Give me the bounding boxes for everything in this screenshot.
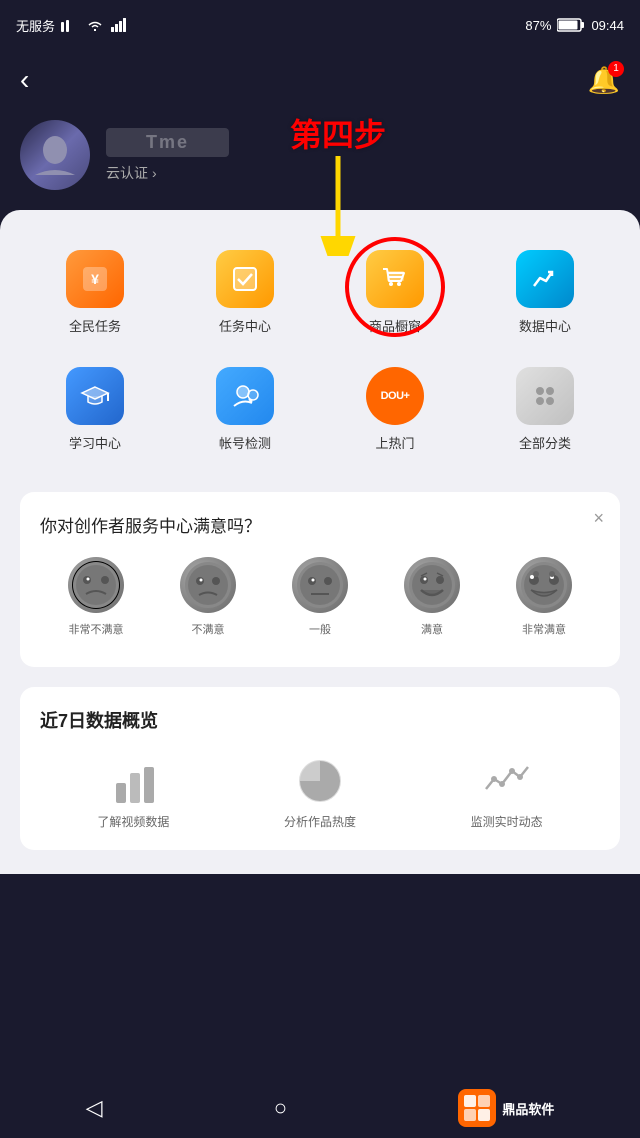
quanmin-icon: ¥ <box>66 250 124 308</box>
emoji-bad[interactable]: 不满意 <box>180 557 236 637</box>
emoji-good-face <box>404 557 460 613</box>
main-content: ¥ 全民任务 任务中心 <box>0 210 640 874</box>
bottom-nav: ◁ ○ 鼎品软件 <box>0 1078 640 1138</box>
grid-item-zhang[interactable]: 帐号检测 <box>170 351 320 468</box>
data-section: 近7日数据概览 了解视频数据 <box>20 687 620 850</box>
survey-card: × 你对创作者服务中心满意吗？ 非常不满意 <box>20 492 620 667</box>
works-data-label: 分析作品热度 <box>284 813 356 830</box>
emoji-very-bad-label: 非常不满意 <box>69 621 124 637</box>
survey-title: 你对创作者服务中心满意吗？ <box>40 512 600 537</box>
grid-item-shuju[interactable]: 数据中心 <box>470 234 620 351</box>
grid-item-douy[interactable]: DOU+ 上热门 <box>320 351 470 468</box>
data-row: 了解视频数据 分析作品热度 <box>40 753 600 830</box>
grid-item-renwu[interactable]: 任务中心 <box>170 234 320 351</box>
battery-icon <box>557 18 585 32</box>
avatar-inner <box>20 120 90 190</box>
bell-badge: 1 <box>608 61 624 77</box>
emoji-bad-face <box>180 557 236 613</box>
shuju-icon <box>516 250 574 308</box>
data-section-title: 近7日数据概览 <box>40 707 600 733</box>
wifi-icon <box>85 18 105 32</box>
shangpin-icon <box>366 250 424 308</box>
brand-name: 鼎品软件 <box>502 1099 554 1118</box>
profile-name: Tme <box>106 128 229 157</box>
status-bar: 无服务 87% 09:44 <box>0 0 640 50</box>
emoji-good[interactable]: 满意 <box>404 557 460 637</box>
icon-grid: ¥ 全民任务 任务中心 <box>20 234 620 468</box>
quanmin-label: 全民任务 <box>69 316 121 335</box>
emoji-neutral-face <box>292 557 348 613</box>
zhang-label: 帐号检测 <box>219 433 271 452</box>
verify-label: 云认证 <box>106 163 148 183</box>
bell-button[interactable]: 🔔 1 <box>588 65 620 96</box>
emoji-very-good-face <box>516 557 572 613</box>
verify-link[interactable]: 云认证 › <box>106 163 229 183</box>
status-left: 无服务 <box>16 16 127 35</box>
emoji-very-good-label: 非常满意 <box>522 621 566 637</box>
video-data-icon <box>103 753 163 803</box>
signal-icon <box>111 18 127 32</box>
avatar <box>20 120 90 190</box>
profile-section: Tme 云认证 › <box>0 110 640 210</box>
video-data-label: 了解视频数据 <box>97 813 169 830</box>
shuju-label: 数据中心 <box>519 316 571 335</box>
carrier-label: 无服务 <box>16 16 55 35</box>
grid-item-fenl[interactable]: 全部分类 <box>470 351 620 468</box>
realtime-data-icon <box>477 753 537 803</box>
emoji-bad-label: 不满意 <box>192 621 225 637</box>
zhang-icon <box>216 367 274 425</box>
nav-bar: ‹ 🔔 1 <box>0 50 640 110</box>
xuexi-label: 学习中心 <box>69 433 121 452</box>
grid-item-xuexi[interactable]: 学习中心 <box>20 351 170 468</box>
data-item-realtime[interactable]: 监测实时动态 <box>471 753 543 830</box>
emoji-very-bad-face <box>68 557 124 613</box>
logo-box <box>458 1089 496 1127</box>
status-right: 87% 09:44 <box>525 18 624 33</box>
fenl-label: 全部分类 <box>519 433 571 452</box>
renwu-label: 任务中心 <box>219 316 271 335</box>
works-data-icon <box>290 753 350 803</box>
clock: 09:44 <box>591 18 624 33</box>
emoji-neutral[interactable]: 一般 <box>292 557 348 637</box>
svg-text:¥: ¥ <box>91 271 99 287</box>
nav-back-button[interactable]: ◁ <box>86 1095 103 1121</box>
back-button[interactable]: ‹ <box>20 64 29 96</box>
xuexi-icon <box>66 367 124 425</box>
douy-icon: DOU+ <box>366 367 424 425</box>
realtime-data-label: 监测实时动态 <box>471 813 543 830</box>
grid-item-shangpin[interactable]: 商品橱窗 <box>320 234 470 351</box>
sim-icon <box>61 18 79 32</box>
emoji-good-label: 满意 <box>421 621 443 637</box>
renwu-icon <box>216 250 274 308</box>
douy-label: 上热门 <box>375 433 414 452</box>
emoji-very-good[interactable]: 非常满意 <box>516 557 572 637</box>
data-item-works[interactable]: 分析作品热度 <box>284 753 356 830</box>
survey-close-button[interactable]: × <box>593 508 604 529</box>
emoji-row: 非常不满意 不满意 <box>40 557 600 637</box>
battery-percent: 87% <box>525 18 551 33</box>
data-item-video[interactable]: 了解视频数据 <box>97 753 169 830</box>
nav-home-button[interactable]: ○ <box>274 1095 287 1121</box>
profile-info: Tme 云认证 › <box>106 128 229 183</box>
emoji-very-bad[interactable]: 非常不满意 <box>68 557 124 637</box>
emoji-neutral-label: 一般 <box>309 621 331 637</box>
verify-arrow: › <box>152 165 157 181</box>
logo-area: 鼎品软件 <box>458 1089 554 1127</box>
grid-item-quanmin[interactable]: ¥ 全民任务 <box>20 234 170 351</box>
fenl-icon <box>516 367 574 425</box>
